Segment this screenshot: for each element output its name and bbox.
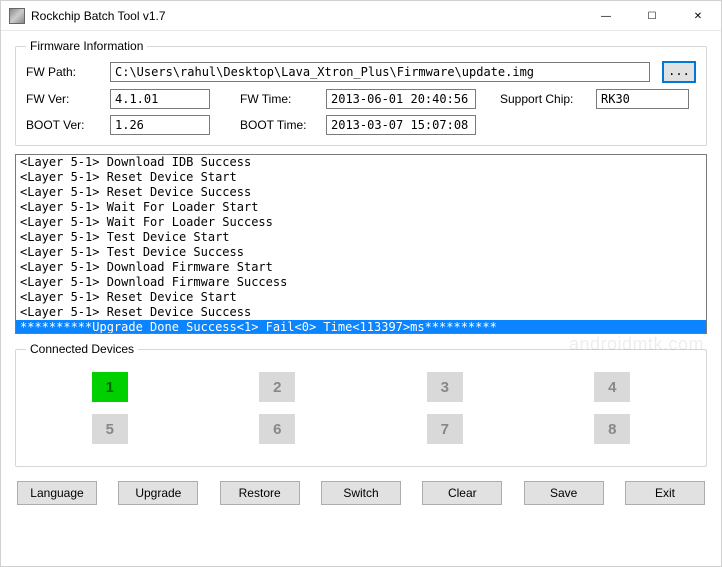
devices-legend: Connected Devices: [26, 342, 138, 356]
log-line-selected[interactable]: **********Upgrade Done Success<1> Fail<0…: [16, 320, 706, 334]
log-line[interactable]: <Layer 5-1> Download IDB Success: [16, 155, 706, 170]
device-slot: 5: [26, 414, 194, 444]
device-slot: 3: [361, 372, 529, 402]
clear-button[interactable]: Clear: [422, 481, 502, 505]
device-box-3[interactable]: 3: [427, 372, 463, 402]
browse-button[interactable]: ...: [662, 61, 696, 83]
device-slot: 4: [529, 372, 697, 402]
device-slot: 2: [194, 372, 362, 402]
log-line[interactable]: <Layer 5-1> Reset Device Start: [16, 170, 706, 185]
fw-ver-label: FW Ver:: [26, 92, 104, 106]
boot-time-label: BOOT Time:: [240, 118, 320, 132]
support-chip-label: Support Chip:: [500, 92, 590, 106]
fw-time-input[interactable]: [326, 89, 476, 109]
log-line[interactable]: <Layer 5-1> Download Firmware Start: [16, 260, 706, 275]
device-box-2[interactable]: 2: [259, 372, 295, 402]
device-box-8[interactable]: 8: [594, 414, 630, 444]
minimize-button[interactable]: —: [583, 1, 629, 31]
restore-button[interactable]: Restore: [220, 481, 300, 505]
firmware-legend: Firmware Information: [26, 39, 147, 53]
window-controls: — ☐ ✕: [583, 1, 721, 30]
device-box-6[interactable]: 6: [259, 414, 295, 444]
log-line[interactable]: <Layer 5-1> Reset Device Success: [16, 185, 706, 200]
switch-button[interactable]: Switch: [321, 481, 401, 505]
window-title: Rockchip Batch Tool v1.7: [31, 9, 583, 23]
support-chip-input[interactable]: [596, 89, 689, 109]
devices-grid: 1 2 3 4 5 6 7 8: [26, 364, 696, 456]
fw-path-input[interactable]: [110, 62, 650, 82]
boot-ver-input[interactable]: [110, 115, 210, 135]
boot-ver-label: BOOT Ver:: [26, 118, 104, 132]
log-line[interactable]: <Layer 5-1> Reset Device Start: [16, 290, 706, 305]
fw-path-label: FW Path:: [26, 65, 104, 79]
device-box-1[interactable]: 1: [92, 372, 128, 402]
log-line[interactable]: <Layer 5-1> Download Firmware Success: [16, 275, 706, 290]
close-button[interactable]: ✕: [675, 1, 721, 31]
device-slot: 8: [529, 414, 697, 444]
device-box-4[interactable]: 4: [594, 372, 630, 402]
action-button-row: Language Upgrade Restore Switch Clear Sa…: [15, 475, 707, 505]
app-icon: [9, 8, 25, 24]
device-box-7[interactable]: 7: [427, 414, 463, 444]
log-line[interactable]: <Layer 5-1> Wait For Loader Start: [16, 200, 706, 215]
log-line[interactable]: <Layer 5-1> Test Device Success: [16, 245, 706, 260]
log-line[interactable]: <Layer 5-1> Wait For Loader Success: [16, 215, 706, 230]
device-box-5[interactable]: 5: [92, 414, 128, 444]
save-button[interactable]: Save: [524, 481, 604, 505]
log-line[interactable]: <Layer 5-1> Test Device Start: [16, 230, 706, 245]
log-output[interactable]: <Layer 5-1> Download IDB Success<Layer 5…: [15, 154, 707, 334]
connected-devices-group: Connected Devices 1 2 3 4 5 6 7 8: [15, 342, 707, 467]
device-slot: 7: [361, 414, 529, 444]
exit-button[interactable]: Exit: [625, 481, 705, 505]
boot-time-input[interactable]: [326, 115, 476, 135]
fw-ver-input[interactable]: [110, 89, 210, 109]
log-line[interactable]: <Layer 5-1> Reset Device Success: [16, 305, 706, 320]
language-button[interactable]: Language: [17, 481, 97, 505]
firmware-info-group: Firmware Information FW Path: ... FW Ver…: [15, 39, 707, 146]
maximize-button[interactable]: ☐: [629, 1, 675, 31]
titlebar: Rockchip Batch Tool v1.7 — ☐ ✕: [1, 1, 721, 31]
fw-time-label: FW Time:: [240, 92, 320, 106]
upgrade-button[interactable]: Upgrade: [118, 481, 198, 505]
content-area: Firmware Information FW Path: ... FW Ver…: [1, 31, 721, 515]
device-slot: 6: [194, 414, 362, 444]
device-slot: 1: [26, 372, 194, 402]
